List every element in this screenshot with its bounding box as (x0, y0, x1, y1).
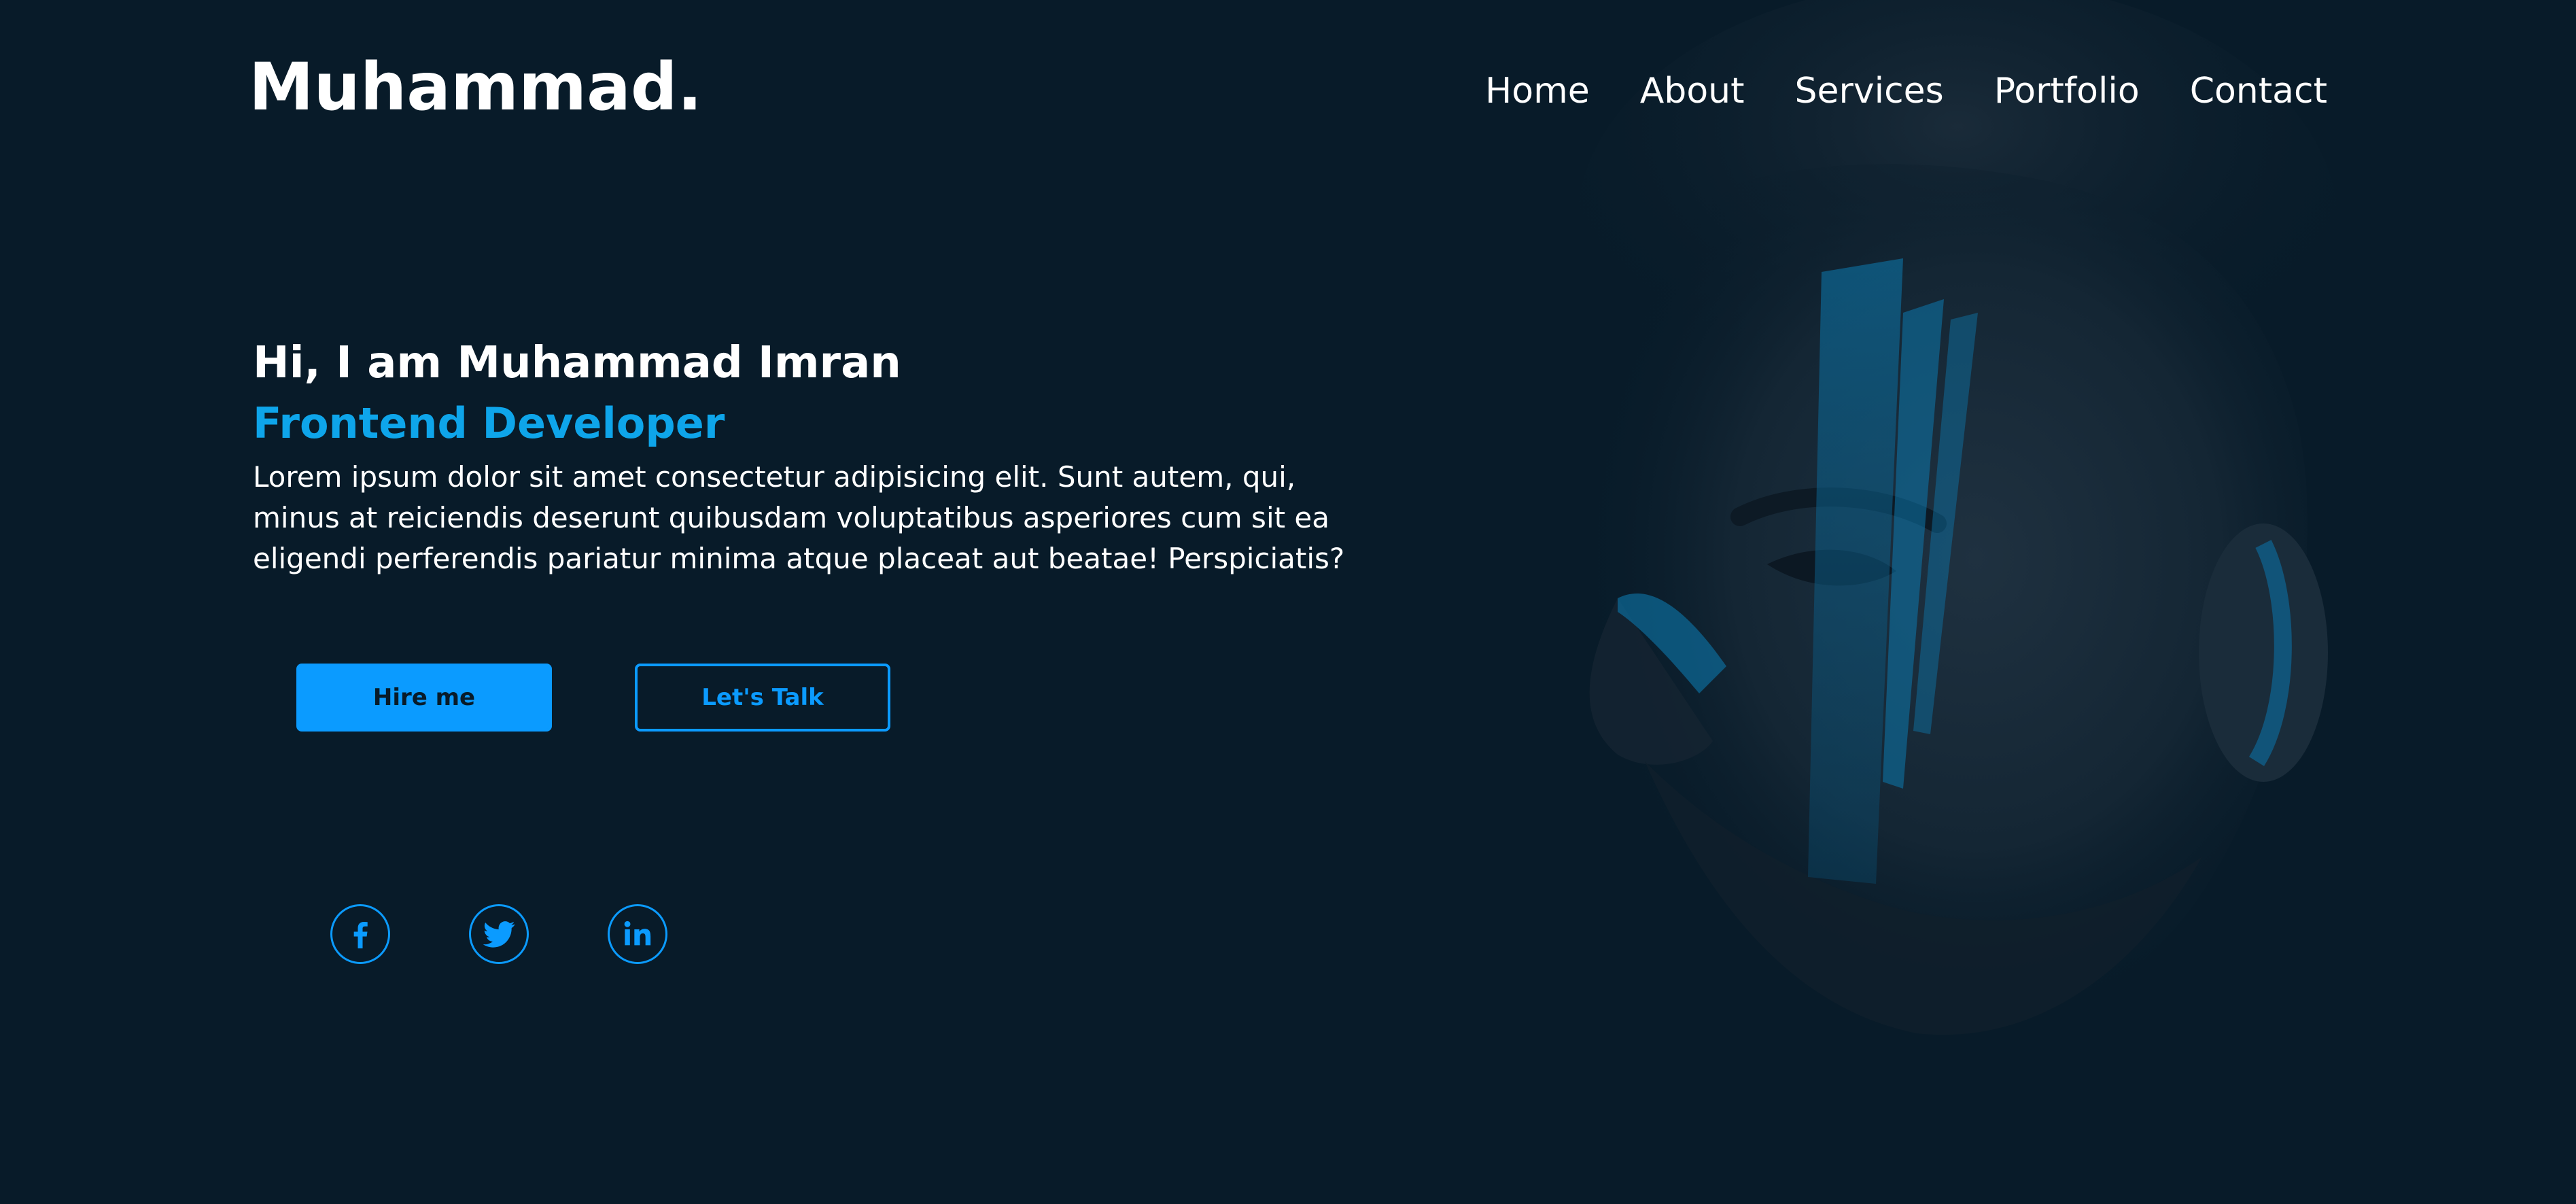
linkedin-icon (619, 915, 657, 953)
nav-link-services[interactable]: Services (1794, 73, 1943, 109)
nav-link-portfolio[interactable]: Portfolio (1994, 73, 2140, 109)
site-logo[interactable]: Muhammad. (249, 54, 702, 120)
hero-portrait-image (1359, 0, 2447, 1204)
linkedin-link[interactable] (608, 904, 667, 964)
hero-greeting: Hi, I am Muhammad Imran (253, 338, 901, 388)
facebook-link[interactable] (330, 904, 390, 964)
nav-link-home[interactable]: Home (1485, 73, 1590, 109)
hero-role: Frontend Developer (253, 398, 725, 448)
nav-link-about[interactable]: About (1640, 73, 1745, 109)
twitter-icon (480, 915, 518, 953)
facebook-icon (341, 915, 379, 953)
nav-link-contact[interactable]: Contact (2190, 73, 2327, 109)
twitter-link[interactable] (469, 904, 529, 964)
hire-me-button[interactable]: Hire me (296, 664, 552, 732)
page: Muhammad. Home About Services Portfolio … (0, 0, 2576, 1204)
main-nav: Home About Services Portfolio Contact (1485, 73, 2327, 109)
lets-talk-button[interactable]: Let's Talk (635, 664, 890, 732)
hero-bio: Lorem ipsum dolor sit amet consectetur a… (253, 460, 1345, 575)
